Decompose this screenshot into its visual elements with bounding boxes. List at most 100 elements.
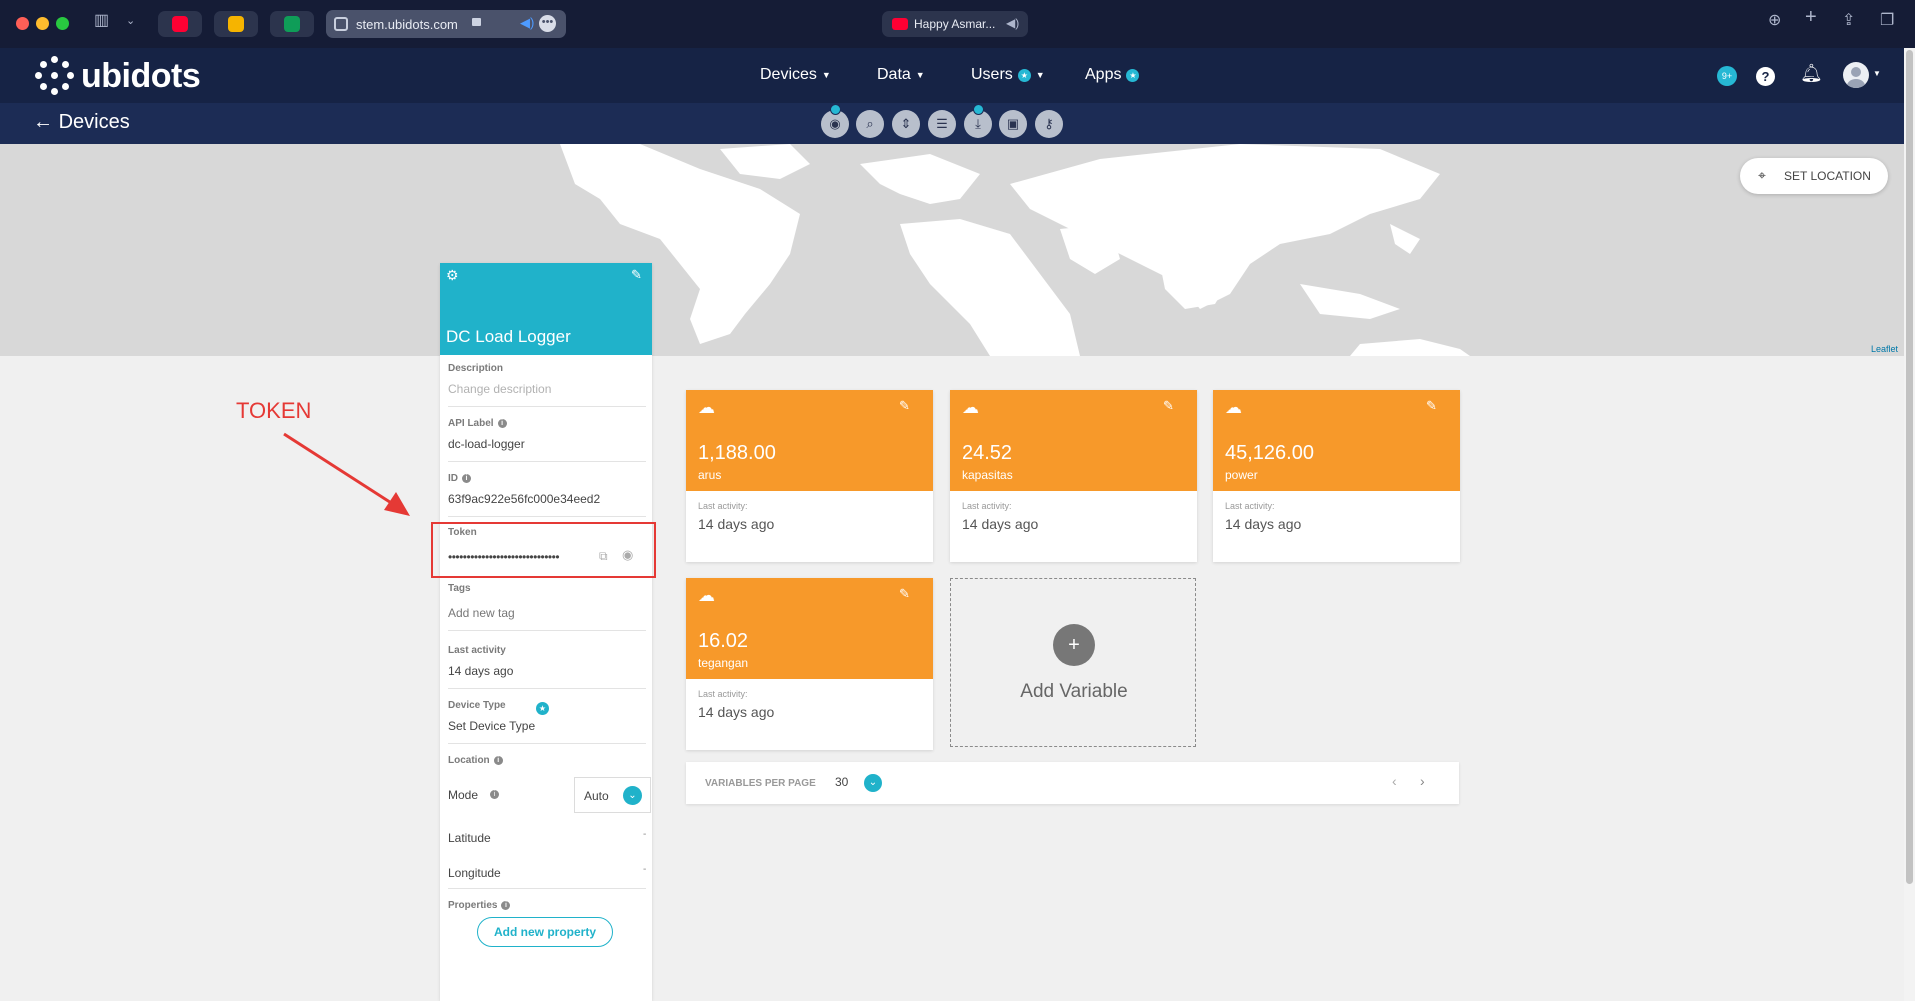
sort-icon[interactable]: ⇕ [892,110,920,138]
key-icon[interactable]: ⚷ [1035,110,1063,138]
nav-devices[interactable]: Devices ▼ [760,66,831,84]
pinned-tab-keep[interactable] [214,11,258,37]
device-detail-panel: ⚙ ✎ DC Load Logger Description Change de… [440,263,652,1001]
share-icon[interactable]: ⇪ [1842,10,1855,30]
set-location-button[interactable]: ⌖ SET LOCATION [1740,158,1888,194]
sidebar-toggle-icon[interactable]: ▥ [94,10,109,30]
latitude-field: Latitude - [448,829,646,847]
nav-users-label: Users [971,66,1013,83]
chevron-down-icon[interactable]: ⌄ [126,14,135,27]
info-icon[interactable]: i [490,790,499,799]
variable-card[interactable]: ☁ ✎ 24.52 kapasitas Last activity: 14 da… [950,390,1197,562]
last-activity-value: 14 days ago [448,664,514,678]
mode-field: Mode i Auto ⌄ [448,777,651,813]
page-scrollbar[interactable] [1904,48,1915,1001]
new-tab-icon[interactable]: + [1805,6,1817,29]
edit-variable-icon[interactable]: ✎ [1163,398,1174,414]
nav-users[interactable]: Users ★ ▼ [971,66,1045,84]
tab-overview-icon[interactable]: ❐ [1880,10,1894,30]
list-icon[interactable]: ☰ [928,110,956,138]
nav-apps-label: Apps [1085,66,1122,83]
media-tab[interactable]: Happy Asmar... ◀) [882,11,1028,37]
star-badge-icon: ★ [536,702,549,715]
back-to-devices[interactable]: ← Devices [33,111,130,134]
logo-text: ubidots [81,56,201,95]
add-variable-button[interactable]: + Add Variable [950,578,1196,747]
token-annotation-label: TOKEN [236,398,312,423]
delete-icon[interactable]: ▣ [999,110,1027,138]
edit-variable-icon[interactable]: ✎ [1426,398,1437,414]
last-activity-value: 14 days ago [1225,516,1302,532]
longitude-label: Longitude [448,866,501,880]
nav-apps[interactable]: Apps ★ [1085,66,1140,84]
crosshair-icon: ⌖ [1758,167,1766,183]
last-activity-value: 14 days ago [698,516,775,532]
map[interactable]: ⌖ SET LOCATION Leaflet [0,144,1904,356]
search-icon[interactable]: ⌕ [856,110,884,138]
speaker-icon[interactable]: ◀) [1006,16,1019,30]
app-header: ubidots Devices ▼ Data ▼ Users ★ ▼ Apps ★ 9+ … [0,48,1904,103]
minimize-window-button[interactable] [36,17,49,30]
more-options-icon[interactable]: ••• [539,15,556,32]
notifications-count-badge[interactable]: 9+ [1717,66,1737,86]
variable-card[interactable]: ☁ ✎ 45,126.00 power Last activity: 14 da… [1213,390,1460,562]
sub-header: ← Devices ◉ ⌕ ⇕ ☰ ⤓ ▣ ⚷ [0,103,1904,144]
per-page-value[interactable]: 30 [835,775,848,789]
info-icon[interactable]: i [493,755,503,765]
audio-playing-icon[interactable]: ◀) [520,15,534,31]
longitude-value: - [643,864,647,875]
edit-variable-icon[interactable]: ✎ [899,586,910,602]
help-icon[interactable]: ? [1756,67,1775,86]
device-name[interactable]: DC Load Logger [446,327,571,347]
pinned-tab-sheets[interactable] [270,11,314,37]
info-icon[interactable]: i [462,473,471,483]
chevron-down-icon[interactable]: ⌄ [864,774,882,792]
edit-device-icon[interactable]: ✎ [631,267,642,283]
device-id-value[interactable]: 63f9ac922e56fc000e34eed2 [448,492,646,506]
device-header: ⚙ ✎ DC Load Logger [440,263,652,355]
next-page-icon[interactable]: › [1420,773,1425,789]
youtube-icon [892,18,908,30]
variable-value: 1,188.00 [698,442,776,464]
token-highlight-box [431,522,656,578]
chevron-down-icon: ⌄ [623,786,642,805]
address-bar[interactable]: stem.ubidots.com ◀) ••• [326,10,566,38]
tags-label: Tags [448,583,471,594]
last-activity-label: Last activity: [698,689,748,699]
info-icon[interactable]: i [501,900,511,910]
export-icon[interactable]: ⤓ [964,104,992,138]
tags-input[interactable]: Add new tag [448,606,646,620]
previous-page-icon[interactable]: ‹ [1392,773,1397,789]
edit-variable-icon[interactable]: ✎ [899,398,910,414]
variable-card[interactable]: ☁ ✎ 1,188.00 arus Last activity: 14 days… [686,390,933,562]
bell-icon[interactable]: 🔔︎ [1800,63,1823,84]
back-label: Devices [58,111,130,133]
settings-icon[interactable]: ◉ [821,104,849,138]
pinned-tab-youtube[interactable] [158,11,202,37]
add-property-button[interactable]: Add new property [477,917,613,947]
device-type-value[interactable]: Set Device Type [448,719,646,733]
ubidots-logo[interactable]: ubidots [35,56,201,96]
maximize-window-button[interactable] [56,17,69,30]
api-label-value[interactable]: dc-load-logger [448,437,646,451]
location-label: Location [448,755,490,766]
mode-value: Auto [584,789,609,803]
avatar[interactable] [1843,62,1869,88]
download-icon[interactable]: ⊕ [1768,10,1781,30]
browser-toolbar: ▥ ⌄ stem.ubidots.com ◀) ••• Happy Asmar.… [0,0,1915,48]
leaflet-attribution-link[interactable]: Leaflet [1871,344,1898,354]
annotation-arrow-icon [283,432,410,516]
close-window-button[interactable] [16,17,29,30]
latitude-value: - [643,829,647,840]
caret-down-icon: ▼ [1035,70,1045,80]
nav-data[interactable]: Data ▼ [877,66,925,84]
info-icon[interactable]: i [497,418,507,428]
caret-down-icon[interactable]: ▼ [1873,69,1881,78]
cloud-upload-icon: ☁ [698,586,715,605]
pagination-bar: VARIABLES PER PAGE 30 ⌄ ‹ › [686,762,1459,804]
scrollbar-thumb[interactable] [1906,50,1913,884]
variable-card[interactable]: ☁ ✎ 16.02 tegangan Last activity: 14 day… [686,578,933,750]
cloud-upload-icon: ☁ [698,398,715,417]
description-input[interactable]: Change description [448,382,646,396]
mode-select[interactable]: Auto ⌄ [574,777,651,813]
